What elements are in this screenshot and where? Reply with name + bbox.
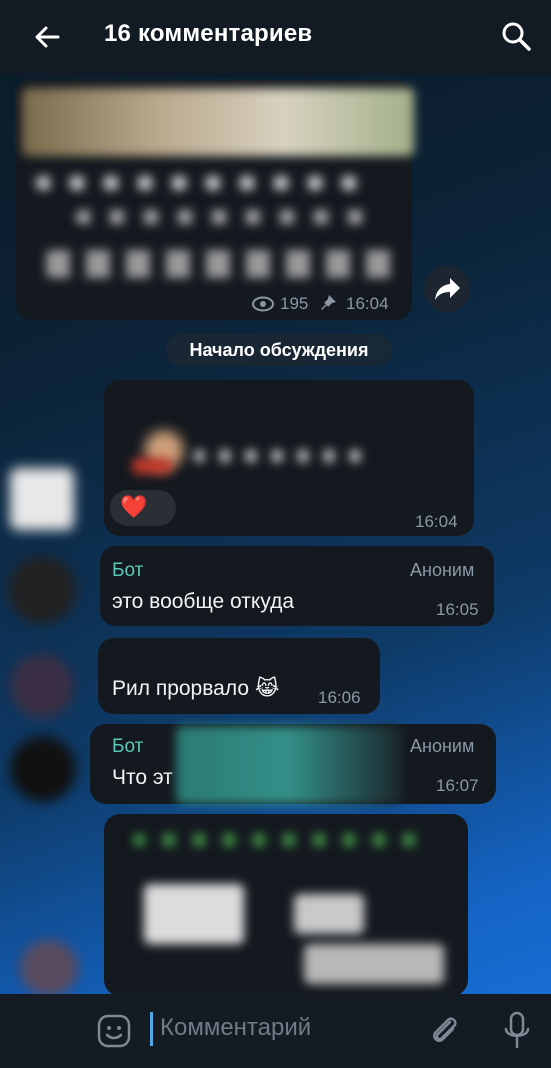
share-button[interactable] bbox=[424, 266, 470, 312]
message-text: Что эт bbox=[112, 766, 173, 789]
post-image-row bbox=[36, 176, 376, 190]
post-views: 195 bbox=[280, 294, 309, 313]
message-time: 16:04 bbox=[415, 512, 458, 531]
avatar[interactable] bbox=[8, 556, 76, 624]
media-content bbox=[304, 944, 444, 984]
post-image-row bbox=[46, 250, 406, 278]
discussion-start-label: Начало обсуждения bbox=[166, 334, 392, 366]
search-icon[interactable] bbox=[500, 20, 532, 52]
message-bubble[interactable] bbox=[100, 546, 494, 626]
pin-icon bbox=[321, 295, 336, 310]
media-content bbox=[132, 458, 172, 474]
share-icon bbox=[435, 278, 460, 300]
attach-icon[interactable] bbox=[426, 1012, 462, 1048]
post-image-row bbox=[76, 210, 376, 224]
heart-reaction: ❤️ bbox=[120, 494, 148, 519]
anonymous-tag: Аноним bbox=[410, 560, 475, 580]
comment-input[interactable]: Комментарий bbox=[160, 1014, 311, 1042]
blurred-overlay bbox=[176, 726, 402, 804]
sender-name[interactable]: Бот bbox=[112, 560, 143, 582]
sender-name[interactable]: Бот bbox=[112, 736, 143, 758]
message-text: это вообще откуда bbox=[112, 590, 295, 613]
text-cursor bbox=[150, 1012, 153, 1046]
message-time: 16:06 bbox=[318, 688, 361, 707]
media-content bbox=[194, 450, 364, 462]
media-content bbox=[144, 884, 244, 944]
media-content bbox=[134, 834, 434, 846]
post-bubble[interactable] bbox=[16, 80, 414, 320]
message-time: 16:07 bbox=[436, 776, 479, 795]
anonymous-tag: Аноним bbox=[410, 736, 475, 756]
page-title: 16 комментариев bbox=[104, 20, 313, 47]
back-arrow-icon[interactable] bbox=[32, 22, 62, 52]
post-time: 16:04 bbox=[346, 294, 389, 313]
message-text: Рил прорвало 😹 bbox=[112, 677, 280, 700]
message-time: 16:05 bbox=[436, 600, 479, 619]
avatar[interactable] bbox=[10, 654, 74, 718]
emoji-icon[interactable] bbox=[96, 1013, 132, 1049]
post-image-top bbox=[22, 88, 414, 156]
avatar[interactable] bbox=[20, 940, 78, 996]
eye-icon bbox=[252, 296, 274, 312]
reaction-chip[interactable]: ❤️ bbox=[110, 490, 176, 526]
media-message-bubble[interactable] bbox=[104, 814, 468, 996]
top-bar: 16 комментариев bbox=[0, 0, 551, 74]
mic-icon[interactable] bbox=[502, 1010, 532, 1050]
media-content bbox=[294, 894, 364, 934]
avatar[interactable] bbox=[10, 736, 76, 802]
avatar[interactable] bbox=[10, 468, 74, 530]
